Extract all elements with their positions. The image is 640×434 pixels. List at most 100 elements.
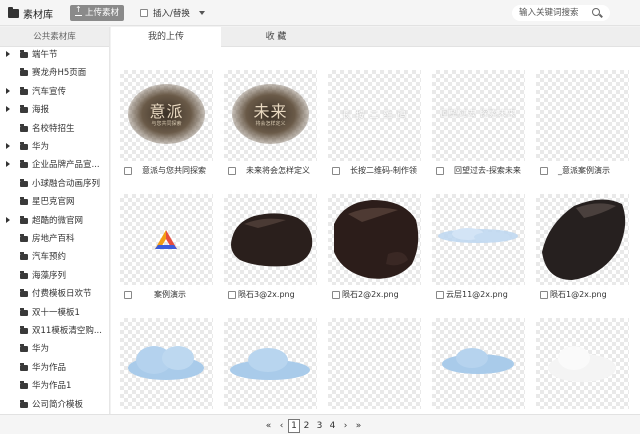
sidebar-item-label: 双十一模板1 xyxy=(32,307,80,318)
sidebar-item[interactable]: 小球融合动画序列 xyxy=(0,178,109,192)
sidebar-item[interactable]: 海报 xyxy=(0,104,109,118)
expand-arrow-icon[interactable] xyxy=(6,106,10,113)
asset-thumbnail[interactable] xyxy=(120,318,213,409)
asset-caption: 未来将会怎样定义 xyxy=(226,165,336,177)
sidebar-item[interactable]: 华为作品1 xyxy=(0,380,109,394)
asset-thumbnail[interactable]: 意派 与您共同探索 xyxy=(120,70,213,161)
thumb-text: 意派 xyxy=(149,102,184,121)
asset-name: 案例演示 xyxy=(154,290,186,299)
cloud-image xyxy=(438,228,518,243)
asset-thumbnail[interactable]: 回望过去 探索未来 xyxy=(432,70,525,161)
sidebar-item[interactable]: 汽车宣传 xyxy=(0,86,109,100)
prev-page-button[interactable]: ‹ xyxy=(275,420,288,432)
page-4-button[interactable]: 4 xyxy=(326,420,339,432)
expand-arrow-icon[interactable] xyxy=(6,161,10,168)
select-checkbox[interactable] xyxy=(124,291,132,299)
folder-icon xyxy=(20,105,28,114)
cloud-image xyxy=(230,348,310,380)
asset-thumbnail[interactable] xyxy=(224,318,317,409)
tab-favorites[interactable]: 收 藏 xyxy=(221,27,331,47)
sidebar-item[interactable]: 房地产百科 xyxy=(0,233,109,247)
sidebar-header[interactable]: 公共素材库 xyxy=(0,27,109,47)
next-page-button[interactable]: › xyxy=(339,420,352,432)
sidebar-item-label: 公司简介模板 xyxy=(32,399,84,410)
asset-thumbnail[interactable]: 长 按 二 维 码 xyxy=(328,70,421,161)
expand-arrow-icon[interactable] xyxy=(6,87,10,94)
asset-thumbnail[interactable] xyxy=(224,194,317,285)
sidebar-item[interactable]: 双11模板清空购... xyxy=(0,325,109,339)
select-checkbox[interactable] xyxy=(228,167,236,175)
sidebar-item[interactable]: 公司简介模板 xyxy=(0,399,109,413)
sidebar-item-label: 双11模板清空购... xyxy=(32,326,102,336)
select-checkbox[interactable] xyxy=(228,291,236,299)
expand-arrow-icon[interactable] xyxy=(6,51,10,57)
meteorite-image xyxy=(231,213,313,267)
sidebar-item[interactable]: 付费模板日欢节 xyxy=(0,288,109,302)
asset-thumbnail[interactable] xyxy=(536,318,629,409)
asset-thumbnail[interactable] xyxy=(120,194,213,285)
sidebar-item[interactable]: 超酷的微官网 xyxy=(0,215,109,229)
upload-button[interactable]: 上传素材 xyxy=(70,5,124,21)
select-checkbox[interactable] xyxy=(540,167,548,175)
select-checkbox[interactable] xyxy=(436,167,444,175)
asset-thumbnail[interactable] xyxy=(328,318,421,409)
select-checkbox[interactable] xyxy=(332,167,340,175)
folder-icon xyxy=(20,178,28,187)
sidebar-item[interactable]: 赛龙舟H5页面 xyxy=(0,67,109,81)
asset-thumbnail[interactable] xyxy=(432,318,525,409)
asset-thumbnail[interactable] xyxy=(328,194,421,285)
last-page-button[interactable]: » xyxy=(352,420,365,432)
folder-icon xyxy=(20,344,28,353)
sidebar-item[interactable]: 企业品牌产品宣... xyxy=(0,159,109,173)
sidebar-item-label: 汽车宣传 xyxy=(32,86,67,97)
page-3-button[interactable]: 3 xyxy=(313,420,326,432)
search-icon[interactable] xyxy=(592,8,600,16)
app-title: 素材库 xyxy=(8,6,53,21)
expand-arrow-icon[interactable] xyxy=(6,143,10,149)
sidebar-item[interactable]: 华为作品 xyxy=(0,362,109,376)
sidebar-item[interactable]: 华为 xyxy=(0,343,109,357)
asset-caption: 回望过去-探索未来 xyxy=(434,165,544,177)
insert-checkbox[interactable] xyxy=(140,9,148,17)
asset-thumbnail[interactable]: 未来 将会怎样定义 xyxy=(224,70,317,161)
sidebar-item-label: 华为 xyxy=(32,344,50,355)
sidebar-item-label: 华为 xyxy=(32,142,50,152)
insert-replace-control[interactable]: 插入/替换 xyxy=(140,7,205,19)
meteorite-image xyxy=(334,200,419,279)
sidebar-item[interactable]: 海藻序列 xyxy=(0,270,109,284)
sidebar-item[interactable]: 华为 xyxy=(0,141,109,155)
chevron-down-icon[interactable] xyxy=(198,11,205,15)
asset-caption: _意派案例演示 xyxy=(538,165,640,177)
sidebar-item-label: 汽车预约 xyxy=(32,252,67,263)
search-input[interactable] xyxy=(519,7,589,19)
page-1-button[interactable]: 1 xyxy=(288,419,300,433)
sidebar-item[interactable]: 汽车预约 xyxy=(0,251,109,265)
tab-my-uploads[interactable]: 我的上传 xyxy=(111,27,221,48)
asset-thumbnail[interactable] xyxy=(536,70,629,161)
asset-caption: 案例演示 xyxy=(122,289,232,301)
sidebar-item[interactable]: 双十一模板1 xyxy=(0,307,109,321)
sidebar-item[interactable]: 端午节 xyxy=(0,49,109,63)
expand-arrow-icon[interactable] xyxy=(6,216,10,223)
select-checkbox[interactable] xyxy=(332,291,340,299)
asset-thumbnail[interactable] xyxy=(536,194,629,285)
sidebar-item[interactable]: 星巴克官网 xyxy=(0,196,109,210)
sidebar-item-label: 房地产百科 xyxy=(32,234,75,244)
sidebar-item[interactable]: 名校特招生 xyxy=(0,123,109,137)
asset-name: 云层11@2x.png xyxy=(446,290,508,299)
sidebar-item-label: 企业品牌产品宣... xyxy=(32,160,100,171)
sidebar-item-label: 海报 xyxy=(32,105,50,116)
page-2-button[interactable]: 2 xyxy=(300,420,313,432)
folder-icon xyxy=(8,7,19,18)
tab-bar: 我的上传 收 藏 xyxy=(111,27,640,48)
select-checkbox[interactable] xyxy=(124,167,132,175)
asset-name: 意派与您共同探索 xyxy=(142,166,206,175)
asset-thumbnail[interactable] xyxy=(432,194,525,285)
pagination: « ‹ 1 2 3 4 › » xyxy=(262,419,365,433)
first-page-button[interactable]: « xyxy=(262,420,275,432)
thumb-subtext: 与您共同探索 xyxy=(151,121,182,127)
select-checkbox[interactable] xyxy=(436,291,444,299)
brand-logo-icon xyxy=(155,230,177,249)
select-checkbox[interactable] xyxy=(540,291,548,299)
sidebar-item-label: 付费模板日欢节 xyxy=(32,289,92,300)
